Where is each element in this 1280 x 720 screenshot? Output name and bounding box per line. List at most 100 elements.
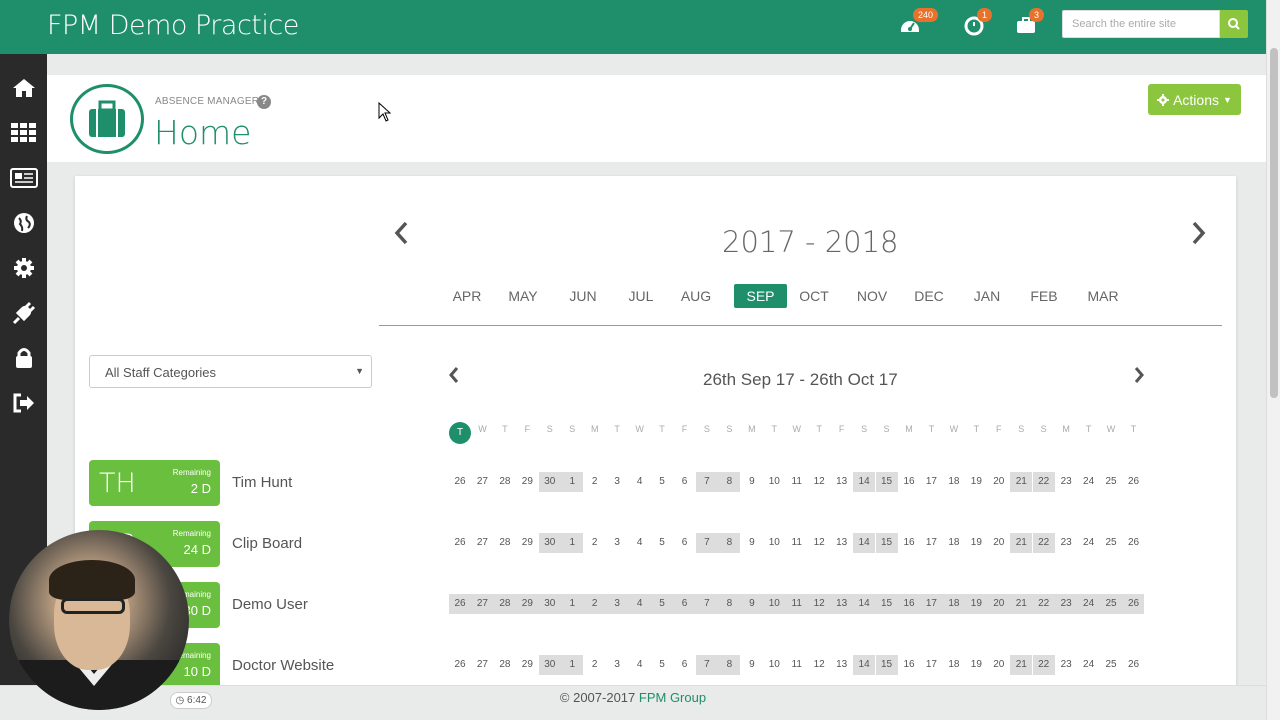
calendar-day-cell[interactable]: 17 — [920, 655, 942, 675]
calendar-day-cell[interactable]: 26 — [1123, 594, 1145, 614]
calendar-day-cell[interactable]: 14 — [853, 472, 876, 492]
month-tab-may[interactable]: MAY — [504, 284, 542, 308]
footer-company-link[interactable]: FPM Group — [639, 690, 706, 705]
calendar-day-cell[interactable]: 2 — [584, 533, 606, 553]
calendar-day-cell[interactable]: 20 — [988, 472, 1010, 492]
calendar-day-cell[interactable]: 17 — [920, 472, 942, 492]
notification-timer[interactable]: 1 — [963, 8, 993, 40]
calendar-day-cell[interactable]: 19 — [965, 472, 987, 492]
calendar-day-cell[interactable]: 6 — [674, 655, 696, 675]
calendar-day-cell[interactable]: 12 — [808, 594, 830, 614]
month-tab-sep[interactable]: SEP — [734, 284, 787, 308]
calendar-day-cell[interactable]: 9 — [741, 472, 763, 492]
calendar-day-cell[interactable]: 25 — [1100, 533, 1122, 553]
calendar-day-cell[interactable]: 19 — [965, 594, 987, 614]
calendar-day-cell[interactable]: 22 — [1032, 472, 1055, 492]
calendar-day-cell[interactable]: 11 — [786, 655, 808, 675]
month-tab-apr[interactable]: APR — [447, 284, 487, 308]
calendar-day-cell[interactable]: 11 — [786, 472, 808, 492]
calendar-day-cell[interactable]: 29 — [516, 655, 538, 675]
calendar-day-cell[interactable]: 1 — [561, 472, 584, 492]
calendar-day-cell[interactable]: 7 — [695, 655, 718, 675]
prev-range-arrow[interactable] — [448, 366, 460, 384]
calendar-day-cell[interactable]: 29 — [516, 533, 538, 553]
calendar-day-cell[interactable]: 19 — [965, 533, 987, 553]
calendar-day-cell[interactable]: 1 — [561, 594, 583, 614]
month-tab-jul[interactable]: JUL — [622, 284, 660, 308]
calendar-day-cell[interactable]: 27 — [471, 655, 493, 675]
calendar-day-cell[interactable]: 5 — [651, 594, 673, 614]
calendar-day-cell[interactable]: 1 — [561, 533, 584, 553]
calendar-day-cell[interactable]: 26 — [449, 655, 471, 675]
calendar-day-cell[interactable]: 25 — [1100, 472, 1122, 492]
calendar-day-cell[interactable]: 14 — [853, 594, 875, 614]
month-tab-feb[interactable]: FEB — [1025, 284, 1063, 308]
actions-button[interactable]: Actions ▼ — [1148, 84, 1241, 115]
month-tab-aug[interactable]: AUG — [677, 284, 715, 308]
month-tab-nov[interactable]: NOV — [852, 284, 892, 308]
calendar-day-cell[interactable]: 26 — [1123, 472, 1145, 492]
calendar-day-cell[interactable]: 7 — [695, 472, 718, 492]
sidebar-item-apps[interactable] — [0, 111, 47, 155]
calendar-day-cell[interactable]: 8 — [718, 533, 741, 553]
calendar-day-cell[interactable]: 8 — [718, 655, 741, 675]
calendar-day-cell[interactable]: 27 — [471, 472, 493, 492]
sidebar-item-logout[interactable] — [0, 381, 47, 425]
calendar-day-cell[interactable]: 24 — [1078, 594, 1100, 614]
notification-briefcase[interactable]: 3 — [1015, 8, 1045, 40]
calendar-day-cell[interactable]: 11 — [786, 594, 808, 614]
calendar-day-cell[interactable]: 4 — [629, 655, 651, 675]
month-tab-dec[interactable]: DEC — [910, 284, 948, 308]
sidebar-item-plugins[interactable] — [0, 291, 47, 335]
calendar-day-cell[interactable]: 26 — [449, 594, 471, 614]
app-title[interactable]: FPM Demo Practice — [47, 10, 299, 41]
calendar-day-cell[interactable]: 10 — [763, 594, 785, 614]
calendar-day-cell[interactable]: 21 — [1010, 655, 1033, 675]
notification-dashboard[interactable]: 240 — [899, 8, 939, 40]
next-range-arrow[interactable] — [1133, 366, 1145, 384]
calendar-day-cell[interactable]: 16 — [898, 594, 920, 614]
calendar-day-cell[interactable]: 27 — [471, 594, 493, 614]
sidebar-item-globe[interactable] — [0, 201, 47, 245]
calendar-day-cell[interactable]: 16 — [898, 472, 920, 492]
staff-name[interactable]: Tim Hunt — [232, 474, 292, 491]
calendar-day-cell[interactable]: 30 — [539, 594, 561, 614]
calendar-day-cell[interactable]: 16 — [898, 533, 920, 553]
calendar-day-cell[interactable]: 15 — [875, 533, 898, 553]
calendar-day-cell[interactable]: 8 — [718, 594, 740, 614]
calendar-day-cell[interactable]: 28 — [494, 594, 516, 614]
calendar-day-cell[interactable]: 10 — [763, 472, 785, 492]
calendar-day-cell[interactable]: 29 — [516, 472, 538, 492]
calendar-day-cell[interactable]: 9 — [741, 655, 763, 675]
staff-name[interactable]: Clip Board — [232, 535, 302, 552]
help-icon[interactable]: ? — [257, 95, 271, 109]
calendar-day-cell[interactable]: 26 — [1123, 533, 1145, 553]
calendar-day-cell[interactable]: 30 — [538, 533, 561, 553]
search-input[interactable]: Search the entire site — [1062, 10, 1220, 38]
calendar-day-cell[interactable]: 18 — [943, 472, 965, 492]
calendar-day-cell[interactable]: 28 — [494, 472, 516, 492]
next-year-arrow[interactable] — [1190, 221, 1206, 245]
calendar-day-cell[interactable]: 4 — [629, 533, 651, 553]
calendar-day-cell[interactable]: 23 — [1055, 472, 1077, 492]
calendar-day-cell[interactable]: 26 — [1123, 655, 1145, 675]
calendar-day-cell[interactable]: 15 — [875, 472, 898, 492]
calendar-day-cell[interactable]: 13 — [831, 655, 853, 675]
calendar-day-cell[interactable]: 24 — [1078, 655, 1100, 675]
calendar-day-cell[interactable]: 9 — [741, 533, 763, 553]
calendar-day-cell[interactable]: 8 — [718, 472, 741, 492]
calendar-day-cell[interactable]: 24 — [1078, 533, 1100, 553]
month-tab-mar[interactable]: MAR — [1083, 284, 1123, 308]
calendar-day-cell[interactable]: 2 — [584, 655, 606, 675]
staff-name[interactable]: Demo User — [232, 596, 308, 613]
calendar-day-cell[interactable]: 21 — [1010, 533, 1033, 553]
calendar-day-cell[interactable]: 30 — [538, 472, 561, 492]
sidebar-item-security[interactable] — [0, 336, 47, 380]
calendar-day-cell[interactable]: 3 — [606, 472, 628, 492]
calendar-day-cell[interactable]: 5 — [651, 533, 673, 553]
calendar-day-cell[interactable]: 24 — [1078, 472, 1100, 492]
calendar-day-cell[interactable]: 13 — [831, 533, 853, 553]
calendar-day-cell[interactable]: 5 — [651, 472, 673, 492]
calendar-day-cell[interactable]: 20 — [988, 533, 1010, 553]
calendar-day-cell[interactable]: 30 — [538, 655, 561, 675]
